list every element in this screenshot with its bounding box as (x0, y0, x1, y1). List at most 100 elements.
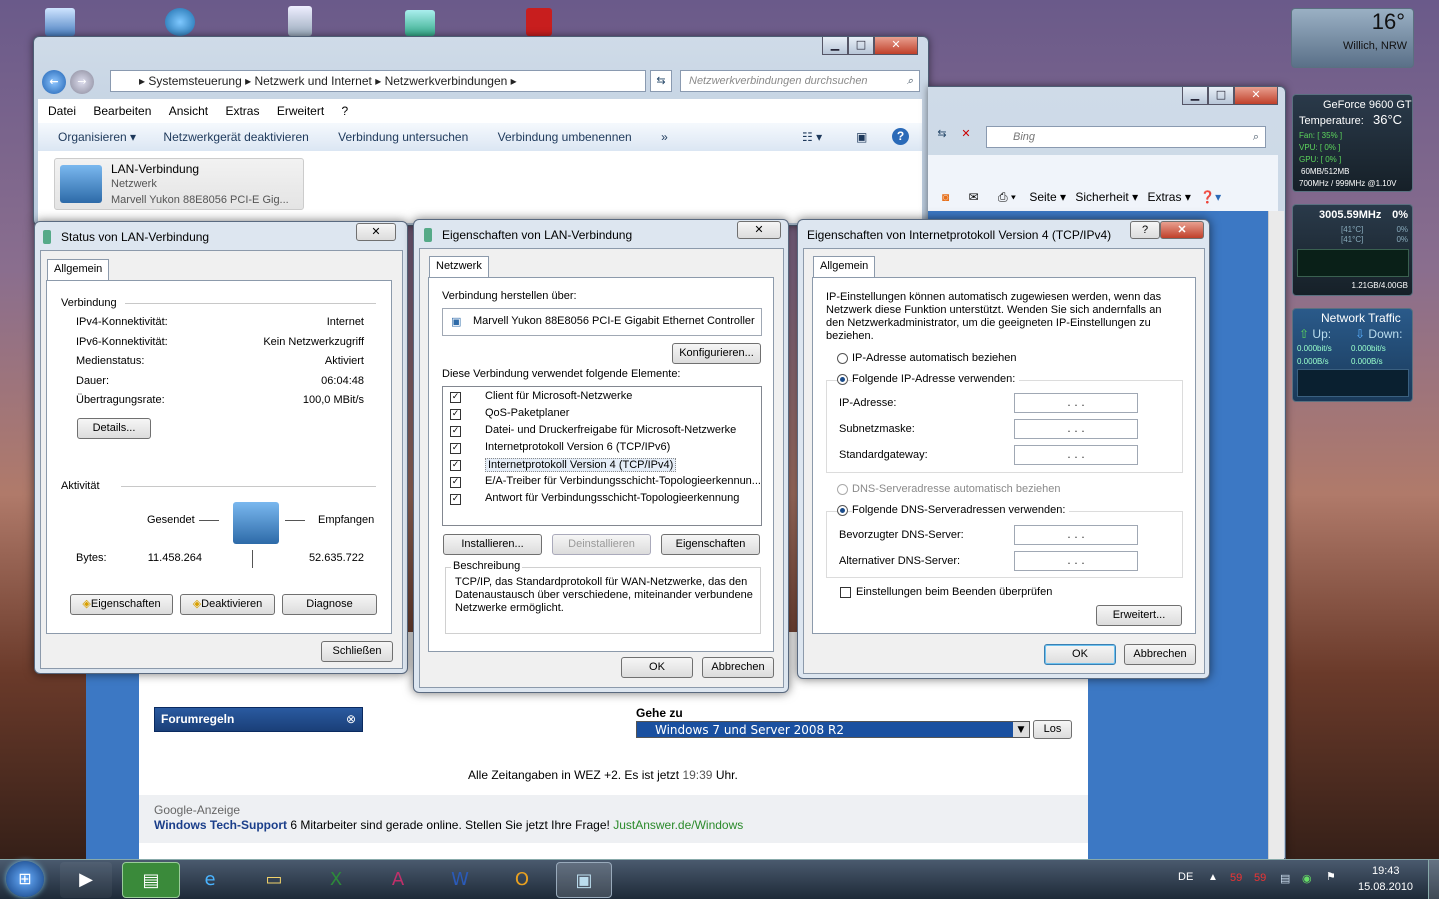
rename-button[interactable]: Verbindung umbenennen (498, 130, 632, 144)
word-icon[interactable]: W (434, 862, 486, 898)
breadcrumb-item[interactable]: Systemsteuerung (148, 74, 241, 88)
breadcrumb-item[interactable]: Netzwerk und Internet (254, 74, 371, 88)
component-checkbox[interactable]: ✓ (450, 477, 461, 488)
menu-item[interactable]: ? (342, 104, 349, 118)
excel-icon[interactable]: X (310, 862, 362, 898)
explorer-icon[interactable]: ▭ (248, 862, 300, 898)
tab-network[interactable]: Netzwerk (429, 256, 489, 278)
close-dialog-button[interactable]: Schließen (321, 641, 393, 662)
maximize-button[interactable]: □ (1208, 87, 1234, 105)
help-button[interactable]: ? (1130, 221, 1160, 239)
help-icon[interactable]: ? (892, 128, 909, 145)
show-desktop-button[interactable] (1428, 860, 1439, 899)
menu-item[interactable]: Erweitert (277, 104, 324, 118)
menu-item[interactable]: Datei (48, 104, 76, 118)
breadcrumb-item[interactable]: Netzwerkverbindungen (385, 74, 508, 88)
lan-connection-item[interactable]: LAN-Verbindung Netzwerk Marvell Yukon 88… (54, 158, 304, 210)
more-button[interactable]: » (661, 130, 668, 144)
properties-button[interactable]: ◈Eigenschaften (70, 594, 173, 615)
tools-menu[interactable]: Extras (1147, 190, 1181, 204)
close-button[interactable]: ✕ (1234, 87, 1278, 105)
close-button[interactable]: ✕ (356, 223, 396, 241)
desktop-icon-recycle-bin[interactable] (288, 6, 312, 36)
stop-icon[interactable]: ✕ (956, 127, 976, 147)
cpu-gadget[interactable]: 3005.59MHz 0% [41°C] 0% [41°C] 0% 1.21GB… (1292, 204, 1413, 296)
subnet-mask-field[interactable]: . . . (1014, 419, 1138, 439)
component-checkbox[interactable]: ✓ (450, 426, 461, 437)
manual-dns-label[interactable]: Folgende DNS-Serveradressen verwenden: (852, 504, 1070, 516)
desktop-icon-control-panel[interactable] (405, 10, 435, 36)
security-menu[interactable]: Sicherheit (1075, 190, 1128, 204)
menu-item[interactable]: Bearbeiten (93, 104, 151, 118)
search-input[interactable]: Netzwerkverbindungen durchsuchen ⌕ (680, 70, 920, 92)
menu-item[interactable]: Ansicht (169, 104, 208, 118)
auto-dns-radio[interactable] (837, 484, 848, 495)
configure-button[interactable]: Konfigurieren... (672, 343, 761, 364)
minimize-button[interactable]: ▁ (1182, 87, 1208, 105)
show-hidden-icons[interactable]: ▲ (1208, 872, 1218, 883)
clock-time[interactable]: 19:43 (1372, 865, 1400, 877)
bing-search-input[interactable]: Bing ⌕ (986, 126, 1266, 148)
address-bar[interactable]: ▸ Systemsteuerung ▸ Netzwerk und Interne… (110, 70, 646, 92)
task-manager-icon[interactable]: ▤ (122, 862, 180, 898)
close-button[interactable]: ✕ (737, 221, 781, 239)
component-item[interactable]: Antwort für Verbindungsschicht-Topologie… (485, 492, 739, 504)
diagnose-button[interactable]: Diagnose (282, 594, 377, 615)
tab-general[interactable]: Allgemein (813, 256, 876, 278)
details-button[interactable]: Details... (77, 418, 151, 439)
network-connections-icon[interactable]: ▣ (556, 862, 612, 898)
sync-tray-icon[interactable]: ◉ (1302, 872, 1312, 885)
back-button[interactable]: ← (42, 70, 66, 94)
ip-address-field[interactable]: . . . (1014, 393, 1138, 413)
maximize-button[interactable]: □ (848, 37, 874, 55)
auto-ip-radio[interactable] (837, 353, 848, 364)
cancel-button[interactable]: Abbrechen (702, 657, 774, 678)
goto-select[interactable]: Windows 7 und Server 2008 R2 ▼ (636, 721, 1030, 738)
pref-dns-field[interactable]: . . . (1014, 525, 1138, 545)
components-list[interactable]: ✓ Client für Microsoft-Netzwerke ✓ QoS-Pak… (442, 386, 762, 526)
forward-button[interactable]: → (70, 70, 94, 94)
access-icon[interactable]: A (372, 862, 424, 898)
component-item[interactable]: E/A-Treiber für Verbindungsschicht-Topol… (485, 475, 761, 487)
outlook-icon[interactable]: O (496, 862, 548, 898)
validate-label[interactable]: Einstellungen beim Beenden überprüfen (856, 586, 1052, 598)
install-button[interactable]: Installieren... (443, 534, 542, 555)
ad-url[interactable]: JustAnswer.de/Windows (613, 818, 743, 832)
forum-rules-box[interactable]: Forumregeln ⊗ (154, 707, 363, 732)
refresh-icon[interactable]: ⇆ (932, 127, 952, 147)
view-options-icon[interactable]: ☷ ▾ (802, 123, 822, 151)
manual-ip-radio[interactable] (837, 374, 848, 385)
manual-ip-label[interactable]: Folgende IP-Adresse verwenden: (852, 373, 1020, 385)
desktop-icon-network[interactable] (165, 8, 195, 36)
component-checkbox[interactable]: ✓ (450, 392, 461, 403)
auto-ip-label[interactable]: IP-Adresse automatisch beziehen (852, 352, 1016, 364)
media-player-icon[interactable]: ▶ (60, 862, 112, 898)
goto-button[interactable]: Los (1033, 720, 1072, 739)
auto-dns-label[interactable]: DNS-Serveradresse automatisch beziehen (852, 483, 1061, 495)
component-checkbox[interactable]: ✓ (450, 443, 461, 454)
validate-checkbox[interactable] (840, 587, 851, 598)
component-checkbox[interactable]: ✓ (450, 460, 461, 471)
start-button[interactable]: ⊞ (6, 861, 44, 897)
close-button[interactable]: ✕ (1160, 221, 1204, 239)
component-item[interactable]: Client für Microsoft-Netzwerke (485, 390, 632, 402)
ok-button[interactable]: OK (621, 657, 693, 678)
desktop-icon-computer[interactable] (45, 8, 75, 36)
properties-button[interactable]: Eigenschaften (661, 534, 760, 555)
menu-item[interactable]: Extras (225, 104, 259, 118)
clock-date[interactable]: 15.08.2010 (1358, 881, 1413, 893)
component-item[interactable]: Datei- und Druckerfreigabe für Microsoft… (485, 424, 736, 436)
rss-icon[interactable]: ◙ (942, 190, 949, 204)
advanced-button[interactable]: Erweitert... (1096, 605, 1182, 626)
deactivate-button[interactable]: ◈Deaktivieren (180, 594, 275, 615)
desktop-icon-acrobat[interactable] (526, 8, 552, 36)
cancel-button[interactable]: Abbrechen (1124, 644, 1196, 665)
print-icon[interactable]: ⎙ ▾ (998, 190, 1016, 204)
collapse-icon[interactable]: ⊗ (346, 708, 356, 731)
help-icon[interactable]: ❓▾ (1200, 190, 1221, 204)
tray-value[interactable]: 59 (1254, 872, 1266, 884)
action-center-icon[interactable]: ⚑ (1326, 870, 1336, 883)
language-indicator[interactable]: DE (1178, 871, 1193, 883)
component-item[interactable]: Internetprotokoll Version 6 (TCP/IPv6) (485, 441, 670, 453)
preview-pane-icon[interactable]: ▣ (856, 123, 867, 151)
